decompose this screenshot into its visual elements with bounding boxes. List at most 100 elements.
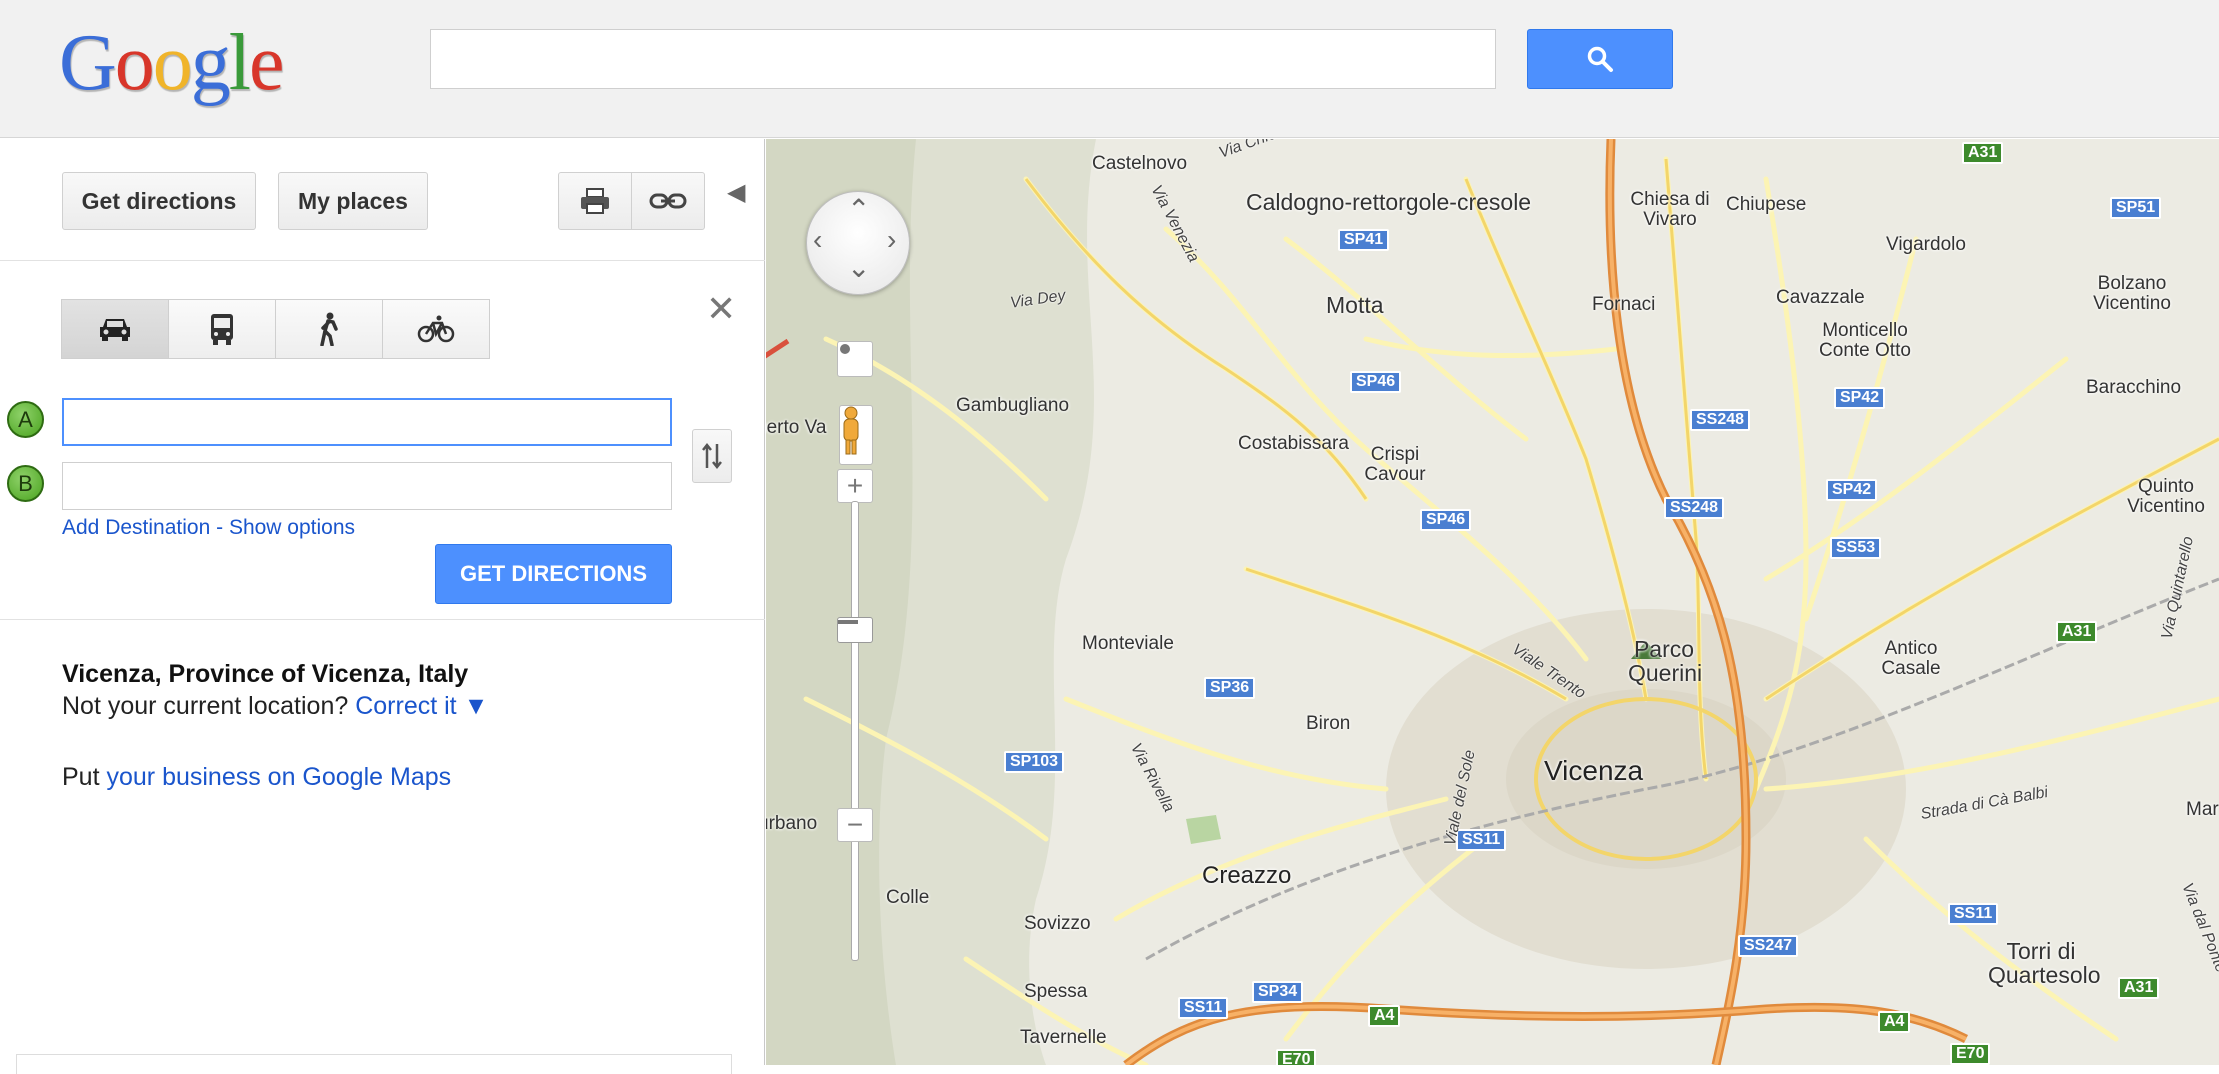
place-label: Chiupese [1726,194,1807,215]
zoom-track[interactable] [851,501,859,961]
place-label: Costabissara [1238,433,1349,454]
show-options-link[interactable]: Show options [229,516,355,539]
road-shield: SS11 [1948,903,1999,925]
road-shield: A31 [2118,977,2160,999]
place-label: Colle [886,887,930,908]
pan-control[interactable]: ⌃ ⌄ ‹ › [806,191,910,295]
mode-bicycling-button[interactable] [382,299,490,359]
road-shield: SS11 [1456,829,1507,851]
road-shield: SP51 [2110,197,2162,219]
place-label: urbano [766,813,818,834]
place-label: Vicenza [1544,755,1644,786]
mode-car-button[interactable] [61,299,169,359]
map-roads [766,139,2219,1065]
pan-left-icon[interactable]: ‹ [813,226,822,254]
pegman-icon [843,406,859,455]
get-directions-button[interactable]: Get directions [62,172,256,230]
road-shield: SS248 [1664,497,1725,519]
place-label: Vigardolo [1886,234,1966,255]
place-label: Caldogno-rettorgole-cresole [1246,189,1532,215]
pan-up-icon[interactable]: ⌃ [847,196,870,224]
road-shield: E70 [1950,1043,1991,1065]
print-button[interactable] [558,172,632,230]
place-label: Motta [1326,292,1384,318]
close-directions-button[interactable]: ✕ [706,291,736,327]
logo-letter: e [249,19,284,107]
search-button[interactable] [1527,29,1673,89]
place-label: Mar [2186,799,2219,820]
location-title: Vicenza, Province of Vicenza, Italy [62,660,469,688]
place-label: Spessa [1024,981,1088,1002]
business-link[interactable]: your business on Google Maps [106,763,451,791]
logo-letter: G [59,19,117,107]
left-panel: Get directions My places ◀ ✕ A B Add Des… [0,139,765,1074]
map-canvas[interactable]: Castelnovo Caldogno-rettorgole-cresole C… [766,139,2219,1065]
link-button[interactable] [631,172,705,230]
not-current-text: Not your current location? [62,692,349,720]
place-label: Bolzano Vicentino [2093,273,2171,314]
road-shield: SS11 [1178,997,1229,1019]
zoom-out-button[interactable]: − [837,808,873,842]
place-label: Biron [1306,713,1351,734]
road-shield: SS53 [1830,537,1882,559]
get-directions-submit-button[interactable]: GET DIRECTIONS [435,544,672,604]
place-label: Quinto Vicentino [2127,476,2205,517]
my-places-button[interactable]: My places [278,172,428,230]
road-shield: SP42 [1834,387,1886,409]
my-location-button[interactable] [837,341,873,377]
start-location-input[interactable] [62,398,672,446]
search-input[interactable] [430,29,1496,89]
zoom-in-button[interactable]: + [837,469,873,503]
logo-letter: l [228,19,251,107]
swap-waypoints-button[interactable] [692,429,732,483]
logo-letter: o [152,19,193,107]
mode-walking-button[interactable] [275,299,383,359]
pan-right-icon[interactable]: › [887,226,896,254]
road-shield: SP41 [1338,229,1390,251]
road-shield: A4 [1368,1005,1401,1027]
place-label: Monticello Conte Otto [1819,320,1911,361]
waypoint-b-marker: B [7,465,44,502]
slider-grip-icon [838,620,858,624]
road-shield: SP34 [1252,981,1304,1003]
place-label: Baracchino [2086,377,2182,398]
annotation-arrow-icon [766,338,790,359]
directions-links: Add Destination - Show options [62,516,355,540]
logo-letter: g [190,19,231,107]
search-icon [1587,46,1613,72]
zoom-slider-handle[interactable] [837,617,873,643]
place-label: Crispi Cavour [1364,444,1426,485]
place-label: Creazzo [1202,862,1292,889]
location-check-line: Not your current location? Correct it ▼ [62,692,488,721]
place-label: Fornaci [1592,294,1656,315]
pan-down-icon[interactable]: ⌄ [847,254,870,282]
road-shield: SS248 [1690,409,1751,431]
place-label: Cavazzale [1776,287,1865,308]
links-separator: - [210,516,229,539]
bicycle-icon [417,315,455,343]
center-dot-icon [840,344,850,354]
divider [0,619,765,620]
road-shield: A4 [1878,1011,1911,1033]
place-label: Monteviale [1082,633,1174,654]
road-shield: SP103 [1004,751,1065,773]
road-shield: A31 [2056,621,2098,643]
google-logo[interactable]: Google [59,8,285,118]
mode-transit-button[interactable] [168,299,276,359]
header-bar: Google [0,0,2219,138]
place-label: Chiesa di Vivaro [1630,189,1710,230]
link-icon [649,193,687,209]
add-destination-link[interactable]: Add Destination [62,516,210,539]
road-shield: SP46 [1420,509,1472,531]
place-label: Gambugliano [956,395,1070,416]
logo-letter: o [114,19,155,107]
correct-location-link[interactable]: Correct it ▼ [355,692,488,720]
waypoint-a-marker: A [7,401,44,438]
car-icon [100,319,130,341]
collapse-left-icon[interactable]: ◀ [727,178,745,207]
put-text: Put [62,763,100,791]
destination-input[interactable] [62,462,672,510]
business-promo-line: Put your business on Google Maps [62,763,451,792]
street-view-pegman[interactable] [839,405,873,465]
bus-icon [211,314,233,345]
